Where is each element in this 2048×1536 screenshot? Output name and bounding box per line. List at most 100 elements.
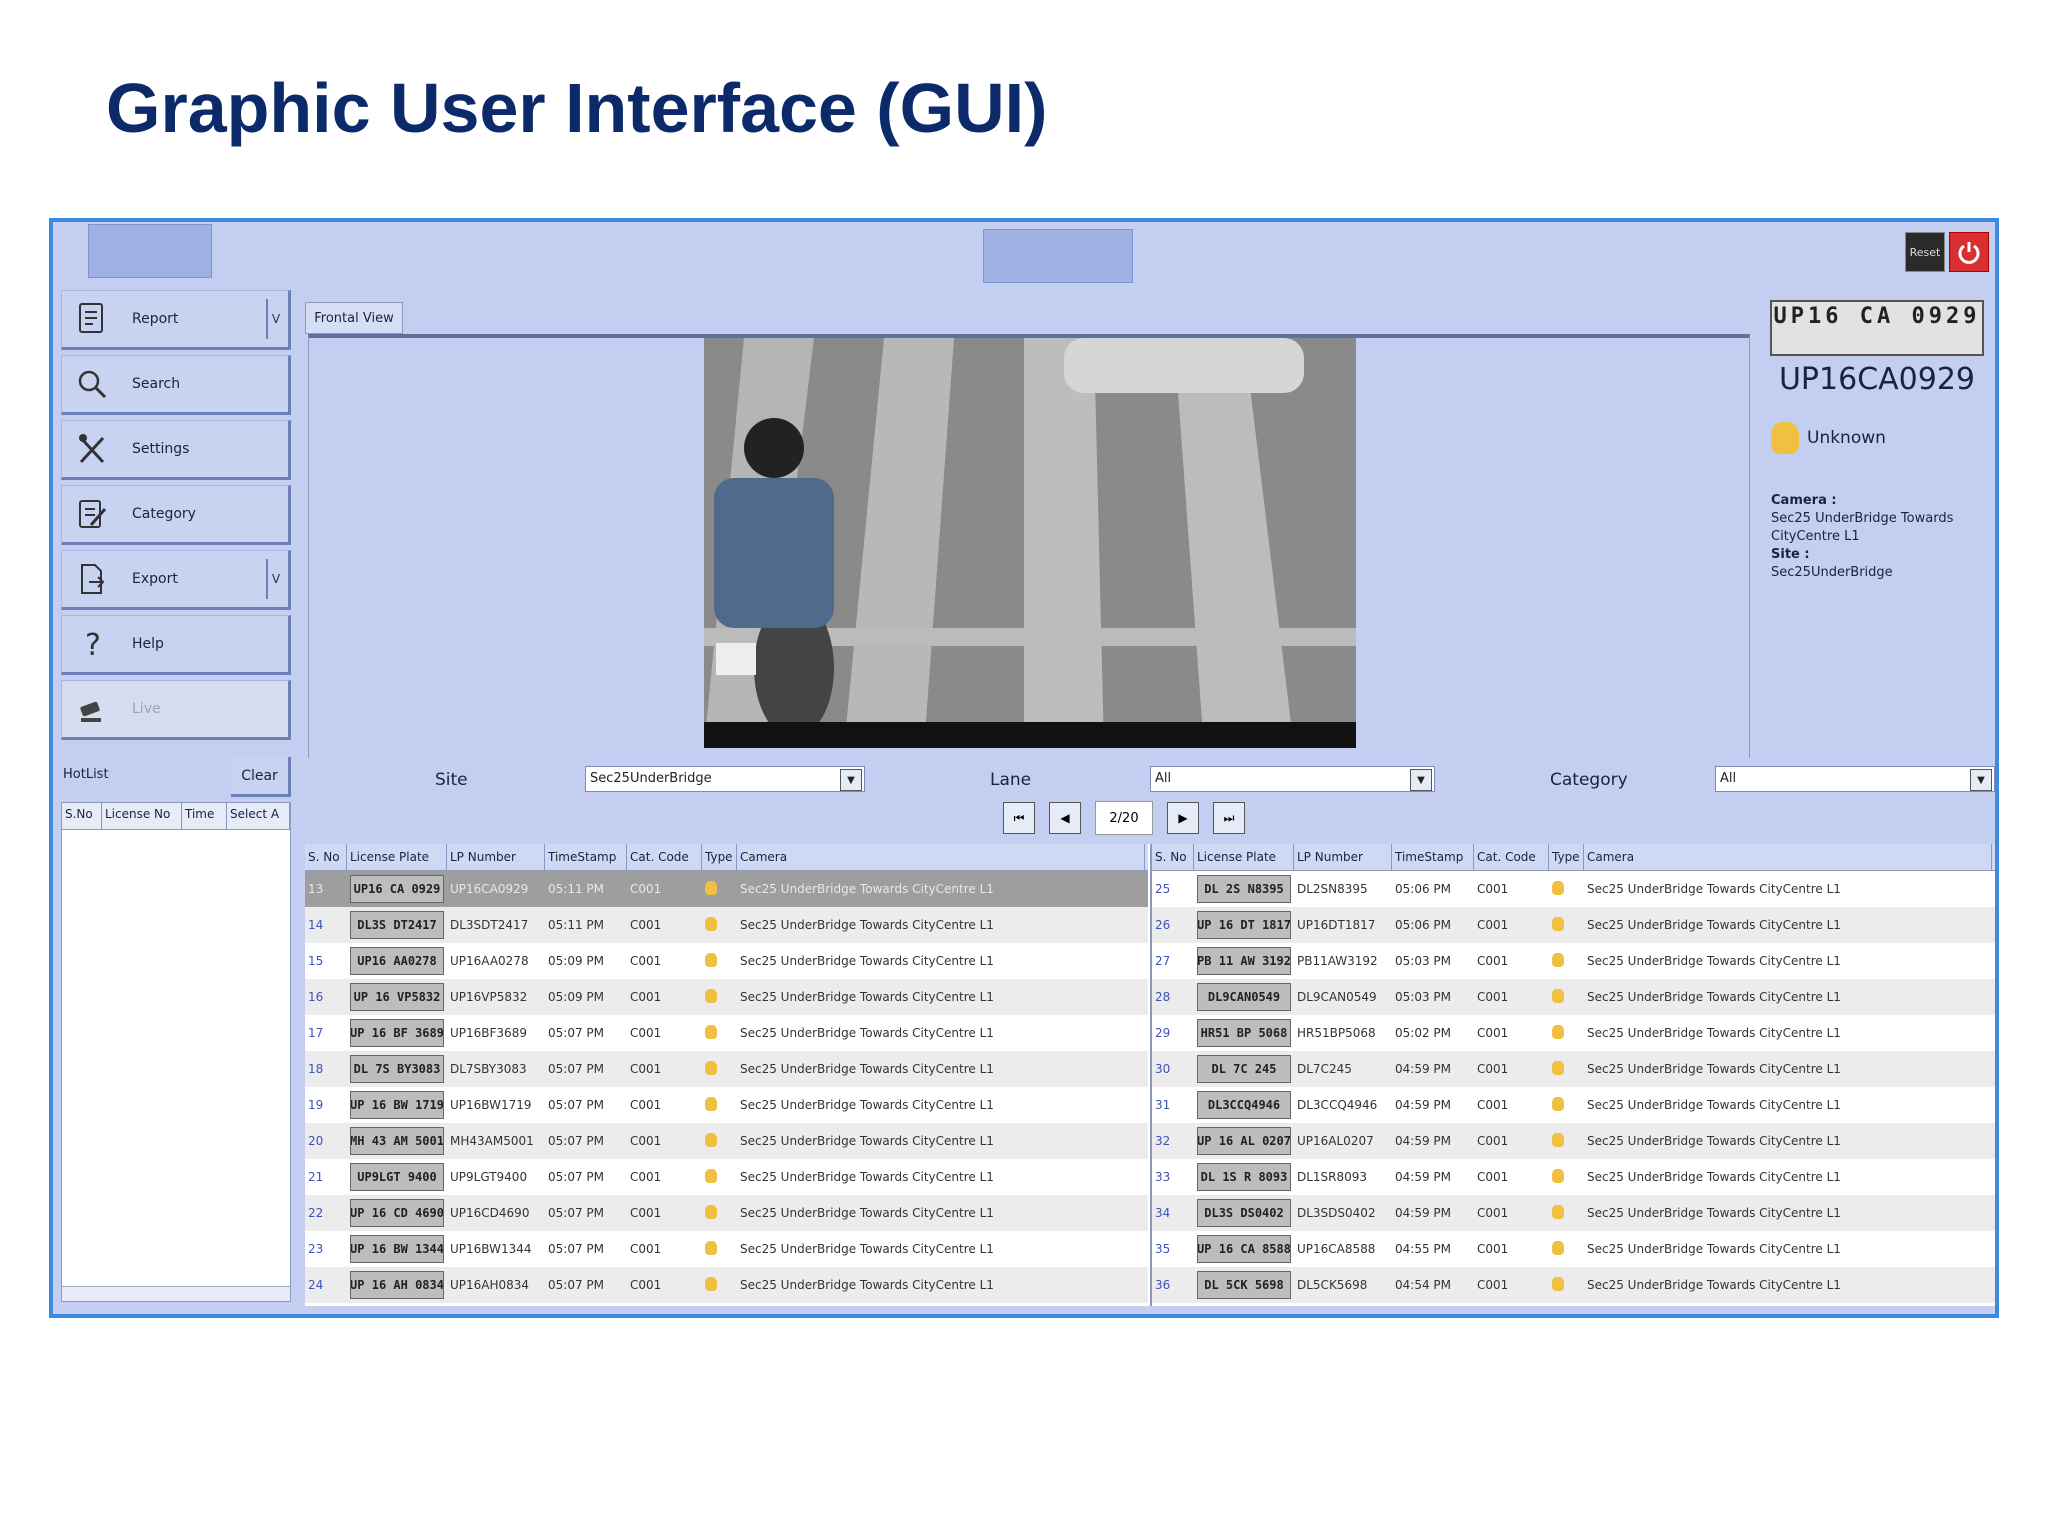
table-row[interactable]: 34 DL3S DS0402 DL3SDS0402 04:59 PM C001 Sec25… [1152,1195,1995,1231]
row-sno: 25 [1155,882,1171,896]
site-select[interactable]: Sec25UnderBridge ▼ [585,766,865,792]
detail-info: Camera : Sec25 UnderBridge Towards CityC… [1771,492,1991,582]
table-row[interactable]: 24 UP 16 AH 0834 UP16AH0834 05:07 PM C001 Sec… [305,1267,1148,1303]
row-lp-number: PB11AW3192 [1297,954,1378,968]
table-row[interactable]: 23 UP 16 BW 1344 UP16BW1344 05:07 PM C001 Sec… [305,1231,1148,1267]
sidebar-item-export[interactable]: Export V [61,550,291,610]
table-row[interactable]: 16 UP 16 VP5832 UP16VP5832 05:09 PM C001 Sec2… [305,979,1148,1015]
table-row[interactable]: 20 MH 43 AM 5001 MH43AM5001 05:07 PM C001 Sec… [305,1123,1148,1159]
table-row[interactable]: 29 HR51 BP 5068 HR51BP5068 05:02 PM C001 Sec2… [1152,1015,1995,1051]
detected-plate-number: UP16CA0929 [1778,362,1976,397]
chevron-down-icon[interactable]: ▼ [1410,769,1432,791]
hotlist-col-sno[interactable]: S.No [62,803,102,829]
column-header[interactable]: License Plate [1194,844,1294,870]
table-row[interactable]: 19 UP 16 BW 1719 UP16BW1719 05:07 PM C001 Sec… [305,1087,1148,1123]
first-page-button[interactable]: ⏮ [1003,802,1035,834]
camera-value: Sec25 UnderBridge Towards CityCentre L1 [1771,511,1954,544]
vehicle-type-icon [1552,1204,1564,1219]
row-type [702,988,737,1006]
row-timestamp: 05:07 PM [548,1278,604,1292]
row-camera: Sec25 UnderBridge Towards CityCentre L1 [1587,1134,1841,1148]
table-row[interactable]: 27 PB 11 AW 3192 PB11AW3192 05:03 PM C001 Sec… [1152,943,1995,979]
column-header[interactable]: LP Number [447,844,545,870]
sidebar-item-report[interactable]: Report V [61,290,291,350]
column-header[interactable]: License Plate [347,844,447,870]
lane-select[interactable]: All ▼ [1150,766,1435,792]
column-header[interactable]: S. No [1152,844,1194,870]
sidebar-item-search[interactable]: Search [61,355,291,415]
row-plate-image: UP 16 AL 0207 [1194,1127,1294,1155]
page-indicator[interactable]: 2/20 [1095,801,1153,835]
column-header[interactable]: Camera [1584,844,1992,870]
category-select[interactable]: All ▼ [1715,766,1995,792]
lane-select-value: All [1155,771,1172,786]
hotlist-col-select[interactable]: Select A [227,803,290,829]
table-row[interactable]: 17 UP 16 BF 3689 UP16BF3689 05:07 PM C001 Sec… [305,1015,1148,1051]
column-header[interactable]: TimeStamp [545,844,627,870]
hotlist-table[interactable]: S.No License No Time Select A [61,802,291,1302]
hotlist-col-time[interactable]: Time [182,803,227,829]
records-table-left: S. No License Plate LP Number TimeStamp Cat.… [305,844,1148,1306]
table-row[interactable]: 25 DL 2S N8395 DL2SN8395 05:06 PM C001 Sec25 … [1152,871,1995,907]
table-row[interactable]: 32 UP 16 AL 0207 UP16AL0207 04:59 PM C001 Sec… [1152,1123,1995,1159]
reset-button[interactable]: Reset [1905,232,1945,272]
vehicle-type-icon [705,1168,717,1183]
clear-button[interactable]: Clear [231,757,291,797]
records-header: S. No License Plate LP Number TimeStamp Cat.… [1152,844,1995,871]
table-row[interactable]: 26 UP 16 DT 1817 UP16DT1817 05:06 PM C001 Sec… [1152,907,1995,943]
last-page-button[interactable]: ⏭ [1213,802,1245,834]
table-row[interactable]: 15 UP16 AA0278 UP16AA0278 05:09 PM C001 Sec25… [305,943,1148,979]
column-header[interactable]: Type [702,844,737,870]
table-row[interactable]: 28 DL9CAN0549 DL9CAN0549 05:03 PM C001 Sec25 … [1152,979,1995,1015]
table-row[interactable]: 30 DL 7C 245 DL7C245 04:59 PM C001 Sec25 Unde… [1152,1051,1995,1087]
row-plate-image: UP16 AA0278 [347,947,447,975]
sidebar-expand-caret[interactable]: V [266,299,284,339]
table-row[interactable]: 36 DL 5CK 5698 DL5CK5698 04:54 PM C001 Sec25 … [1152,1267,1995,1303]
hotlist-col-license[interactable]: License No [102,803,182,829]
column-header[interactable]: Type [1549,844,1584,870]
sidebar-item-label: Category [132,506,196,522]
chevron-down-icon[interactable]: ▼ [840,769,862,791]
column-header[interactable]: Cat. Code [1474,844,1549,870]
top-tab-2[interactable] [983,229,1133,283]
hotlist-label: HotList [63,767,109,782]
sidebar-item-settings[interactable]: Settings [61,420,291,480]
table-row[interactable]: 33 DL 1S R 8093 DL1SR8093 04:59 PM C001 Sec25… [1152,1159,1995,1195]
row-camera: Sec25 UnderBridge Towards CityCentre L1 [1587,1062,1841,1076]
column-header[interactable]: TimeStamp [1392,844,1474,870]
row-lp-number: UP16VP5832 [450,990,528,1004]
table-row[interactable]: 31 DL3CCQ4946 DL3CCQ4946 04:59 PM C001 Sec25 … [1152,1087,1995,1123]
next-page-button[interactable]: ▶ [1167,802,1199,834]
row-type [1549,1132,1584,1150]
row-plate-image: HR51 BP 5068 [1194,1019,1294,1047]
row-lp-number: DL1SR8093 [1297,1170,1368,1184]
top-tab-1[interactable] [88,224,212,278]
row-camera: Sec25 UnderBridge Towards CityCentre L1 [1587,1242,1841,1256]
plate-thumbnail: DL 1S R 8093 [1197,1163,1291,1191]
row-sno: 16 [308,990,324,1004]
table-row[interactable]: 35 UP 16 CA 8588 UP16CA8588 04:55 PM C001 Sec… [1152,1231,1995,1267]
column-header[interactable]: LP Number [1294,844,1392,870]
table-row[interactable]: 13 UP16 CA 0929 UP16CA0929 05:11 PM C001 Sec2… [305,871,1148,907]
sidebar-item-help[interactable]: ? Help [61,615,291,675]
hotlist-scrollbar[interactable] [62,1286,290,1301]
row-sno: 29 [1155,1026,1171,1040]
row-type [702,1240,737,1258]
column-header[interactable]: S. No [305,844,347,870]
vehicle-type-icon [705,1132,717,1147]
sidebar-item-live[interactable]: Live [61,680,291,740]
power-button[interactable] [1949,232,1989,272]
sidebar-item-category[interactable]: Category [61,485,291,545]
prev-page-button[interactable]: ◀ [1049,802,1081,834]
column-header[interactable]: Cat. Code [627,844,702,870]
site-label: Site : [1771,547,1810,562]
table-row[interactable]: 22 UP 16 CD 4690 UP16CD4690 05:07 PM C001 Sec… [305,1195,1148,1231]
table-row[interactable]: 21 UP9LGT 9400 UP9LGT9400 05:07 PM C001 Sec25… [305,1159,1148,1195]
table-row[interactable]: 14 DL3S DT2417 DL3SDT2417 05:11 PM C001 Sec25… [305,907,1148,943]
column-header[interactable]: Camera [737,844,1145,870]
chevron-down-icon[interactable]: ▼ [1970,769,1992,791]
table-row[interactable]: 18 DL 7S BY3083 DL7SBY3083 05:07 PM C001 Sec2… [305,1051,1148,1087]
help-icon: ? [62,627,122,661]
sidebar-expand-caret[interactable]: V [266,559,284,599]
tab-frontal-view[interactable]: Frontal View [305,302,403,334]
